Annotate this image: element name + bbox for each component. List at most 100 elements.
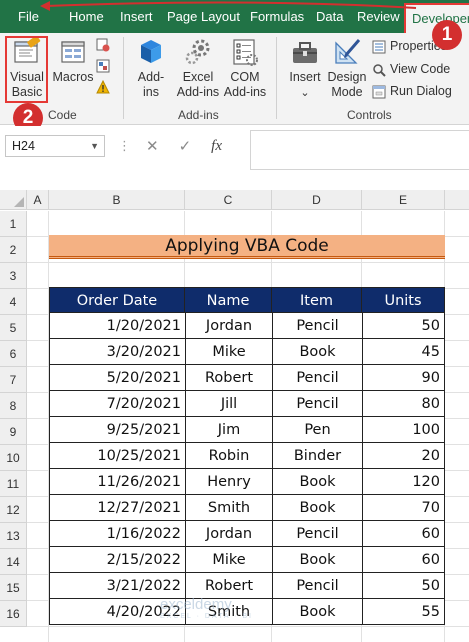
- chevron-down-icon[interactable]: ▼: [90, 136, 99, 156]
- design-mode-label-1: Design: [327, 70, 367, 84]
- cell-order-date[interactable]: 11/26/2021: [49, 469, 185, 495]
- pointer-arrow: [40, 1, 417, 11]
- header-item[interactable]: Item: [272, 287, 362, 313]
- name-box-value: H24: [12, 139, 35, 153]
- cell-order-date[interactable]: 3/20/2021: [49, 339, 185, 365]
- cell-order-date[interactable]: 12/27/2021: [49, 495, 185, 521]
- cell-order-date[interactable]: 1/20/2021: [49, 313, 185, 339]
- cell-item[interactable]: Book: [272, 469, 362, 495]
- cell-item[interactable]: Binder: [272, 443, 362, 469]
- cell-units[interactable]: 90: [362, 365, 445, 391]
- cell-item[interactable]: Book: [272, 495, 362, 521]
- cell-order-date[interactable]: 10/25/2021: [49, 443, 185, 469]
- column-header-b[interactable]: B: [49, 190, 185, 210]
- cell-order-date[interactable]: 9/25/2021: [49, 417, 185, 443]
- cell-item[interactable]: Book: [272, 547, 362, 573]
- enter-icon[interactable]: ✓: [179, 137, 192, 155]
- cell-name[interactable]: Jill: [185, 391, 272, 417]
- controls-group-label: Controls: [347, 108, 392, 122]
- row-header[interactable]: 1: [0, 211, 27, 237]
- cell-item[interactable]: Pencil: [272, 391, 362, 417]
- row-header[interactable]: 8: [0, 393, 27, 419]
- row-header[interactable]: 13: [0, 523, 27, 549]
- formula-bar-area: H24 ▼ ⋮ ✕ ✓ fx: [0, 126, 469, 190]
- cell-item[interactable]: Pencil: [272, 313, 362, 339]
- header-order-date[interactable]: Order Date: [49, 287, 185, 313]
- header-units[interactable]: Units: [362, 287, 445, 313]
- row-header[interactable]: 15: [0, 575, 27, 601]
- cell-name[interactable]: Mike: [185, 547, 272, 573]
- column-header-f[interactable]: [445, 190, 469, 210]
- header-name[interactable]: Name: [185, 287, 272, 313]
- relative-references-icon[interactable]: [96, 59, 110, 73]
- watermark-brand: exceldemy: [160, 596, 232, 613]
- cell-item[interactable]: Book: [272, 339, 362, 365]
- cell-units[interactable]: 45: [362, 339, 445, 365]
- cell-order-date[interactable]: 7/20/2021: [49, 391, 185, 417]
- cell-units[interactable]: 50: [362, 573, 445, 599]
- row-header[interactable]: 12: [0, 497, 27, 523]
- cell-order-date[interactable]: 5/20/2021: [49, 365, 185, 391]
- row-header[interactable]: 16: [0, 601, 27, 627]
- column-header-a[interactable]: A: [27, 190, 49, 210]
- run-dialog-icon: [372, 85, 386, 99]
- cancel-icon[interactable]: ✕: [146, 137, 159, 155]
- cell-units[interactable]: 80: [362, 391, 445, 417]
- cell-item[interactable]: Pencil: [272, 573, 362, 599]
- cell-units[interactable]: 60: [362, 521, 445, 547]
- addins-label-2: ins: [143, 85, 159, 99]
- row-header[interactable]: 7: [0, 367, 27, 393]
- row-header[interactable]: 14: [0, 549, 27, 575]
- design-mode-label-2: Mode: [331, 85, 363, 99]
- insert-controls-label: Insert: [289, 70, 321, 84]
- cell-units[interactable]: 50: [362, 313, 445, 339]
- com-addins-label-1: COM: [230, 70, 260, 84]
- gridline-horizontal: [27, 262, 469, 263]
- cell-name[interactable]: Mike: [185, 339, 272, 365]
- run-dialog-button[interactable]: Run Dialog: [372, 82, 452, 100]
- sheet-title[interactable]: Applying VBA Code: [49, 235, 445, 259]
- macro-security-icon[interactable]: [96, 79, 110, 94]
- cell-units[interactable]: 70: [362, 495, 445, 521]
- cell-order-date[interactable]: 1/16/2022: [49, 521, 185, 547]
- addins-group-label: Add-ins: [178, 108, 219, 122]
- cell-item[interactable]: Pen: [272, 417, 362, 443]
- cell-units[interactable]: 20: [362, 443, 445, 469]
- cell-name[interactable]: Smith: [185, 495, 272, 521]
- cell-name[interactable]: Jim: [185, 417, 272, 443]
- cell-item[interactable]: Pencil: [272, 521, 362, 547]
- run-dialog-label: Run Dialog: [390, 84, 452, 98]
- row-header[interactable]: 4: [0, 289, 27, 315]
- cell-name[interactable]: Robin: [185, 443, 272, 469]
- view-code-icon: [373, 63, 386, 77]
- cell-name[interactable]: Jordan: [185, 313, 272, 339]
- cell-item[interactable]: Pencil: [272, 365, 362, 391]
- row-header[interactable]: 3: [0, 263, 27, 289]
- code-group-label: Code: [48, 108, 77, 122]
- cell-units[interactable]: 100: [362, 417, 445, 443]
- row-header[interactable]: 6: [0, 341, 27, 367]
- cell-name[interactable]: Jordan: [185, 521, 272, 547]
- step-badge-1: 1: [432, 20, 462, 50]
- cell-order-date[interactable]: 2/15/2022: [49, 547, 185, 573]
- name-box[interactable]: H24 ▼: [5, 135, 105, 157]
- view-code-button[interactable]: View Code: [372, 60, 450, 78]
- cell-name[interactable]: Robert: [185, 365, 272, 391]
- row-header[interactable]: 9: [0, 419, 27, 445]
- cell-units[interactable]: 120: [362, 469, 445, 495]
- cell-units[interactable]: 60: [362, 547, 445, 573]
- cell-item[interactable]: Book: [272, 599, 362, 625]
- row-header[interactable]: 10: [0, 445, 27, 471]
- row-header[interactable]: 11: [0, 471, 27, 497]
- row-header[interactable]: 5: [0, 315, 27, 341]
- cell-units[interactable]: 55: [362, 599, 445, 625]
- column-header-c[interactable]: C: [185, 190, 272, 210]
- formula-input[interactable]: [250, 130, 469, 170]
- row-header[interactable]: 2: [0, 237, 27, 263]
- cell-name[interactable]: Henry: [185, 469, 272, 495]
- column-header-e[interactable]: E: [362, 190, 445, 210]
- gridline-horizontal: [27, 626, 469, 627]
- insert-function-icon[interactable]: fx: [211, 138, 222, 155]
- select-all-corner[interactable]: [0, 190, 27, 210]
- column-header-d[interactable]: D: [272, 190, 362, 210]
